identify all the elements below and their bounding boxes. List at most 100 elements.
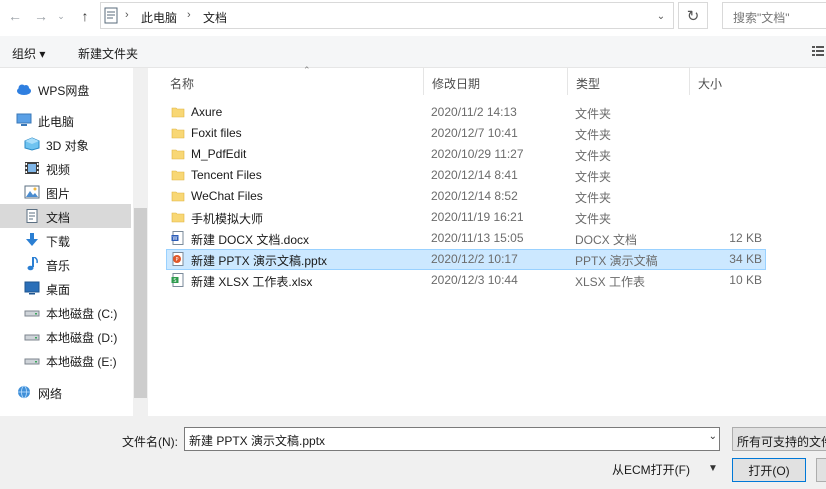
- chevron-down-icon[interactable]: ⌄: [709, 431, 717, 442]
- folder-icon: [171, 128, 185, 139]
- sidebar-item-downloads[interactable]: 下载: [0, 228, 131, 252]
- file-row[interactable]: Tencent Files 2020/12/14 8:41 文件夹: [166, 165, 766, 186]
- sidebar-item-desktop[interactable]: 桌面: [0, 276, 131, 300]
- file-modified: 2020/10/29 11:27: [431, 147, 524, 161]
- file-row[interactable]: W 新建 DOCX 文档.docx 2020/11/13 15:05 DOCX …: [166, 228, 766, 249]
- sidebar-item-label: 本地磁盘 (C:): [46, 307, 118, 321]
- sidebar-item-network[interactable]: 网络: [0, 380, 131, 404]
- file-size: 12 KB: [729, 231, 762, 245]
- address-row: ← → ⌄ ↑ › 此电脑 › 文档 ⌄ ↻ 搜索"文档": [0, 0, 826, 34]
- cloud-icon: [17, 84, 31, 95]
- sidebar-item-label: WPS网盘: [38, 84, 90, 98]
- up-arrow-icon[interactable]: ↑: [74, 5, 96, 27]
- sidebar-item-label: 本地磁盘 (D:): [46, 331, 118, 345]
- location-document-icon: [104, 7, 118, 24]
- network-icon: [18, 385, 30, 399]
- sidebar-scrollbar[interactable]: [133, 68, 148, 416]
- file-row-selected[interactable]: P 新建 PPTX 演示文稿.pptx 2020/12/2 10:17 PPTX…: [166, 249, 766, 270]
- file-row[interactable]: M_PdfEdit 2020/10/29 11:27 文件夹: [166, 144, 766, 165]
- sidebar-item-label: 文档: [46, 211, 71, 225]
- file-name: 手机模拟大师: [191, 212, 264, 226]
- sidebar-item-drive-d[interactable]: 本地磁盘 (D:): [0, 324, 131, 348]
- 3d-objects-icon: [24, 137, 40, 151]
- breadcrumb-documents[interactable]: 文档: [203, 9, 227, 26]
- organize-button[interactable]: 组织 ▾: [12, 45, 45, 62]
- file-name: WeChat Files: [191, 189, 263, 203]
- new-folder-button[interactable]: 新建文件夹: [78, 45, 138, 62]
- xlsx-icon: S: [171, 273, 184, 287]
- sidebar-item-drive-e[interactable]: 本地磁盘 (E:): [0, 348, 131, 372]
- folder-icon: [171, 191, 185, 202]
- sidebar-item-label: 3D 对象: [46, 139, 89, 153]
- dropdown-triangle-icon[interactable]: ▼: [708, 463, 718, 474]
- file-modified: 2020/12/2 10:17: [431, 252, 518, 266]
- recent-locations-chevron-icon[interactable]: ⌄: [54, 5, 68, 27]
- column-header-modified[interactable]: 修改日期: [424, 68, 568, 95]
- file-row[interactable]: S 新建 XLSX 工作表.xlsx 2020/12/3 10:44 XLSX …: [166, 270, 766, 291]
- sidebar-item-this-pc[interactable]: 此电脑: [0, 108, 131, 132]
- filename-input[interactable]: 新建 PPTX 演示文稿.pptx ⌄: [184, 427, 720, 451]
- cancel-button[interactable]: [816, 458, 826, 482]
- file-row[interactable]: 手机模拟大师 2020/11/19 16:21 文件夹: [166, 207, 766, 228]
- sidebar-item-label: 本地磁盘 (E:): [46, 355, 117, 369]
- sidebar-item-drive-c[interactable]: 本地磁盘 (C:): [0, 300, 131, 324]
- open-button[interactable]: 打开(O): [732, 458, 806, 482]
- open-from-ecm-button[interactable]: 从ECM打开(F): [612, 461, 690, 478]
- search-input[interactable]: 搜索"文档": [722, 2, 826, 29]
- file-modified: 2020/12/14 8:41: [431, 168, 518, 182]
- sidebar-item-label: 网络: [38, 387, 63, 401]
- column-header-size[interactable]: 大小: [690, 68, 790, 95]
- file-list: 名称 ⌃ 修改日期 类型 大小 Axure 2020/11/2 14:13 文件…: [148, 65, 826, 416]
- column-header-type[interactable]: 类型: [568, 68, 690, 95]
- music-icon: [27, 257, 38, 271]
- file-modified: 2020/11/19 16:21: [431, 210, 524, 224]
- folder-icon: [171, 170, 185, 181]
- breadcrumb-separator-icon: ›: [187, 9, 191, 21]
- download-icon: [26, 233, 38, 246]
- sidebar-item-label: 此电脑: [38, 115, 75, 129]
- svg-text:S: S: [173, 278, 176, 284]
- chevron-down-icon[interactable]: ⌄: [653, 7, 669, 25]
- breadcrumb-this-pc[interactable]: 此电脑: [141, 9, 177, 26]
- sidebar-scrollbar-thumb[interactable]: [134, 208, 147, 398]
- refresh-icon: ↻: [686, 7, 700, 25]
- file-name: 新建 PPTX 演示文稿.pptx: [191, 254, 328, 268]
- sidebar-item-3d-objects[interactable]: 3D 对象: [0, 132, 131, 156]
- back-arrow-icon[interactable]: ←: [4, 5, 26, 27]
- sidebar-item-wps-cloud[interactable]: WPS网盘: [0, 77, 131, 101]
- documents-icon: [26, 209, 38, 223]
- file-modified: 2020/12/3 10:44: [431, 273, 518, 287]
- sidebar-item-label: 桌面: [46, 283, 71, 297]
- file-type: 文件夹: [575, 170, 612, 184]
- file-row[interactable]: Foxit files 2020/12/7 10:41 文件夹: [166, 123, 766, 144]
- file-type: DOCX 文档: [575, 233, 638, 247]
- file-type: 文件夹: [575, 107, 612, 121]
- video-icon: [25, 162, 39, 174]
- file-type: XLSX 工作表: [575, 275, 646, 289]
- address-bar[interactable]: › 此电脑 › 文档 ⌄: [100, 2, 674, 29]
- sidebar-item-music[interactable]: 音乐: [0, 252, 131, 276]
- svg-text:W: W: [173, 236, 178, 242]
- docx-icon: W: [171, 231, 184, 245]
- filetype-select[interactable]: 所有可支持的文件: [732, 427, 826, 451]
- folder-icon: [171, 107, 185, 118]
- forward-arrow-icon[interactable]: →: [30, 5, 52, 27]
- sidebar-item-pictures[interactable]: 图片: [0, 180, 131, 204]
- file-type: 文件夹: [575, 212, 612, 226]
- sidebar-item-label: 图片: [46, 187, 71, 201]
- sidebar-item-documents[interactable]: 文档: [0, 204, 131, 228]
- sidebar-item-label: 音乐: [46, 259, 71, 273]
- refresh-button[interactable]: ↻: [678, 2, 708, 29]
- breadcrumb-separator-icon: ›: [125, 9, 129, 21]
- view-options-icon[interactable]: [812, 45, 824, 57]
- drive-icon: [24, 310, 40, 317]
- sidebar-item-videos[interactable]: 视频: [0, 156, 131, 180]
- column-header-name[interactable]: 名称 ⌃: [162, 65, 424, 95]
- desktop-icon: [24, 281, 40, 295]
- file-type: 文件夹: [575, 191, 612, 205]
- file-row[interactable]: WeChat Files 2020/12/14 8:52 文件夹: [166, 186, 766, 207]
- file-row[interactable]: Axure 2020/11/2 14:13 文件夹: [166, 102, 766, 123]
- sidebar-item-label: 下载: [46, 235, 71, 249]
- file-size: 34 KB: [729, 252, 762, 266]
- file-name: M_PdfEdit: [191, 147, 247, 161]
